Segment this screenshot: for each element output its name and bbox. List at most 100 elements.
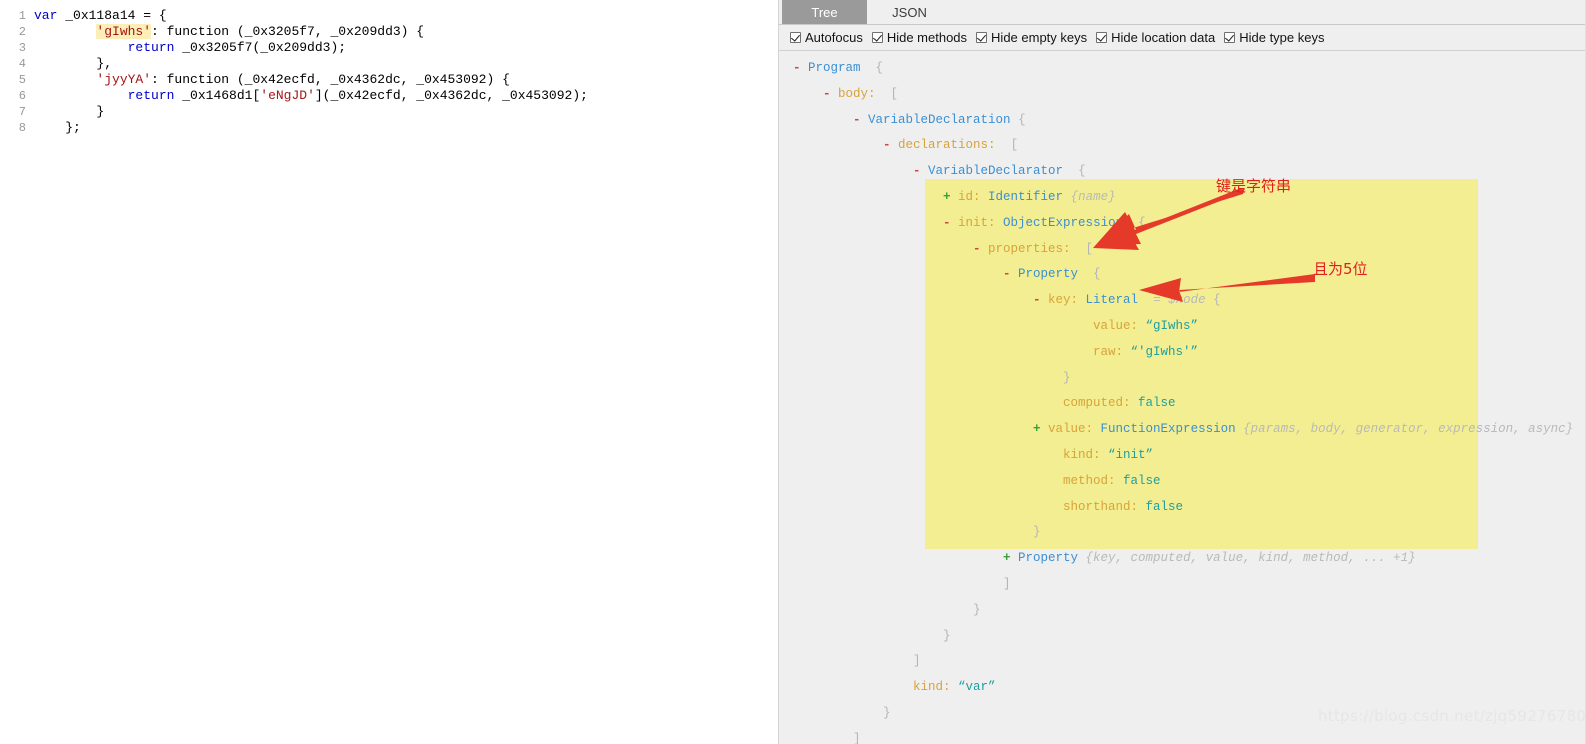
tree-token-type: Identifier (980, 189, 1064, 204)
tree-row[interactable]: - key: Literal = $node { (779, 288, 1586, 314)
tree-token-brace: } (973, 602, 981, 617)
expand-icon[interactable]: + (1003, 551, 1011, 565)
tree-row[interactable]: - declarations: [ (779, 133, 1586, 159)
expand-icon[interactable]: + (943, 190, 951, 204)
tree-row[interactable]: - init: ObjectExpression { (779, 211, 1586, 237)
tree-token-type: ObjectExpression (995, 215, 1124, 230)
collapse-icon[interactable]: - (1033, 293, 1041, 307)
collapse-icon[interactable]: - (913, 164, 921, 178)
tree-row[interactable]: + id: Identifier {name} (779, 185, 1586, 211)
tree-row[interactable]: computed: false (779, 391, 1586, 417)
code-line-text: 'jyyYA': function (_0x42ecfd, _0x4362dc,… (34, 72, 510, 88)
tree-token-meta: {key, computed, value, kind, method, ...… (1078, 551, 1416, 566)
toggle-spacer (981, 242, 989, 256)
expand-icon[interactable]: + (1033, 422, 1041, 436)
tree-row-list[interactable]: - Program {- body: [- VariableDeclaratio… (779, 51, 1586, 744)
tree-row[interactable]: - body: [ (779, 82, 1586, 108)
option-hide-empty-keys[interactable]: Hide empty keys (976, 30, 1087, 45)
tree-token-brace: } (943, 628, 951, 643)
checkbox-checked-icon[interactable] (790, 32, 801, 43)
tree-row[interactable]: method: false (779, 469, 1586, 495)
collapse-icon[interactable]: - (853, 113, 861, 127)
line-number: 6 (18, 89, 26, 103)
collapse-icon[interactable]: - (793, 61, 801, 75)
option-label: Hide methods (886, 30, 968, 45)
tree-row[interactable]: raw: “'gIwhs'” (779, 340, 1586, 366)
tree-body[interactable]: - Program {- body: [- VariableDeclaratio… (779, 51, 1586, 744)
tree-row[interactable]: } (779, 366, 1586, 392)
collapse-icon[interactable]: - (1003, 267, 1011, 281)
option-hide-methods[interactable]: Hide methods (871, 30, 968, 45)
collapse-icon[interactable]: - (973, 242, 981, 256)
tree-row[interactable]: kind: “init” (779, 443, 1586, 469)
code-line: 4 }, (0, 56, 778, 72)
option-label: Hide location data (1111, 30, 1216, 45)
tab-tree[interactable]: Tree (782, 0, 867, 24)
tree-token-bool: false (1138, 499, 1184, 514)
line-number: 4 (18, 57, 26, 71)
tree-row[interactable]: } (779, 624, 1586, 650)
tree-row[interactable]: ] (779, 649, 1586, 675)
tree-token-key: key: (1048, 293, 1079, 308)
checkbox-checked-icon[interactable] (1224, 32, 1236, 43)
toggle-spacer (951, 216, 959, 230)
tree-row[interactable]: } (779, 520, 1586, 546)
option-hide-location-data[interactable]: Hide location data (1096, 30, 1215, 45)
view-tabbar: Tree JSON (779, 0, 1586, 25)
checkbox-checked-icon[interactable] (871, 32, 883, 43)
tree-row[interactable]: value: “gIwhs” (779, 314, 1586, 340)
tree-token-brace: { (1010, 112, 1026, 127)
collapse-icon[interactable]: - (943, 216, 951, 230)
collapse-icon[interactable]: - (883, 138, 891, 152)
tree-token-meta: {name} (1063, 189, 1116, 204)
code-line: 8 }; (0, 120, 778, 136)
tree-token-type: Program (808, 61, 861, 75)
collapse-icon[interactable]: - (823, 87, 831, 101)
tree-options-toolbar: Autofocus Hide methods Hide empty keys Hide… (779, 25, 1586, 51)
tree-row[interactable]: kind: “var” (779, 675, 1586, 701)
tree-row[interactable]: ] (779, 727, 1586, 744)
tab-json[interactable]: JSON (867, 0, 952, 24)
code-content[interactable]: 1 var _0x118a14 = {2 'gIwhs': function (_… (0, 0, 778, 136)
tree-row[interactable]: - properties: [ (779, 237, 1586, 263)
tree-token-type: Property (1018, 551, 1079, 566)
checkbox-checked-icon[interactable] (976, 32, 988, 43)
toggle-spacer (921, 164, 929, 178)
blog-watermark: https://blog.csdn.net/zjq592767809 (1318, 707, 1586, 725)
code-token: }, (34, 56, 113, 71)
option-label: Hide type keys (1239, 30, 1325, 45)
tab-json-label: JSON (892, 4, 927, 20)
line-number: 5 (18, 73, 26, 87)
toggle-spacer (1011, 551, 1019, 565)
tree-token-brace: [ (875, 86, 899, 101)
tree-row[interactable]: + value: FunctionExpression {params, bod… (779, 417, 1586, 443)
tree-row[interactable]: - VariableDeclarator { (779, 159, 1586, 185)
tree-token-eqnode: = $node (1138, 293, 1206, 308)
tree-token-meta: {params, body, generator, expression, as… (1235, 422, 1574, 437)
code-line-text: var _0x118a14 = { (34, 8, 167, 24)
code-line: 3 return _0x3205f7(_0x209dd3); (0, 40, 778, 56)
code-token: 'gIwhs' (96, 24, 152, 39)
tree-token-key: declarations: (898, 138, 996, 153)
tree-row[interactable]: shorthand: false (779, 495, 1586, 521)
tree-row[interactable]: } (779, 598, 1586, 624)
option-autofocus[interactable]: Autofocus (790, 30, 863, 45)
code-line: 5 'jyyYA': function (_0x42ecfd, _0x4362d… (0, 72, 778, 88)
tree-token-brace: { (860, 61, 884, 75)
tree-row[interactable]: + Property {key, computed, value, kind, … (779, 546, 1586, 572)
tree-row[interactable]: - Property { (779, 262, 1586, 288)
tree-row[interactable]: ] (779, 572, 1586, 598)
tree-row[interactable]: - Program { (779, 56, 1586, 82)
option-hide-type-keys[interactable]: Hide type keys (1224, 30, 1324, 45)
code-line: 2 'gIwhs': function (_0x3205f7, _0x209dd… (0, 24, 778, 40)
checkbox-checked-icon[interactable] (1096, 32, 1108, 43)
code-editor-pane[interactable]: 1 var _0x118a14 = {2 'gIwhs': function (_… (0, 0, 779, 744)
toggle-spacer (861, 113, 869, 127)
tree-row[interactable]: - VariableDeclaration { (779, 108, 1586, 134)
code-token: : function (_0x42ecfd, _0x4362dc, _0x453… (151, 72, 510, 87)
code-token: _0x3205f7(_0x209dd3); (174, 40, 347, 55)
code-token: : function (_0x3205f7, _0x209dd3) { (151, 24, 425, 39)
tree-token-str: “'gIwhs'” (1123, 344, 1199, 359)
